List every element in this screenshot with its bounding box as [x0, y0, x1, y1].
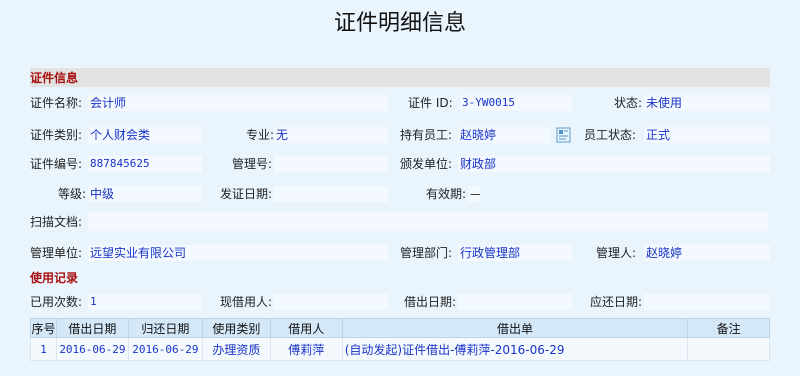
cert-category-value: 个人财会类	[88, 127, 202, 143]
scan-value[interactable]	[88, 211, 768, 231]
manager-label: 管理人:	[596, 246, 637, 260]
cert-name-label: 证件名称:	[30, 96, 83, 110]
issue-date-value	[274, 186, 388, 202]
column-header: 借出日期	[55, 318, 129, 338]
status-label: 状态:	[613, 96, 642, 110]
holder-value: 赵晓婷	[458, 127, 550, 143]
scan-label: 扫描文档:	[30, 215, 83, 229]
row-note	[687, 337, 770, 361]
used-count-value: 1	[88, 294, 202, 310]
cert-category-label: 证件类别:	[30, 128, 83, 142]
cert-id-label: 证件 ID:	[408, 96, 453, 110]
page-title: 证件明细信息	[333, 11, 466, 36]
validity-label: 有效期:	[425, 187, 466, 201]
column-header: 使用类别	[201, 318, 271, 338]
section-heading-usage: 使用记录	[30, 271, 79, 285]
lookup-icon[interactable]	[556, 127, 572, 143]
dept-value: 行政管理部	[458, 245, 572, 261]
issuer-label: 颁发单位:	[400, 157, 453, 171]
row-use-type: 办理资质	[201, 337, 271, 361]
mgmt-no-label: 管理号:	[231, 157, 272, 171]
cert-name-value: 会计师	[88, 95, 388, 111]
mgmt-no-value	[274, 156, 388, 172]
used-count-label: 已用次数:	[30, 295, 83, 309]
cert-id-value: 3-YW0015	[460, 95, 572, 111]
usage-records-table: 序号 借出日期 归还日期 使用类别 借用人 借出单 备注 1 2016-06-2…	[30, 318, 770, 361]
major-value: 无	[274, 127, 388, 143]
row-lend-date: 2016-06-29	[55, 337, 129, 361]
column-header: 借用人	[269, 318, 343, 338]
section-band	[30, 68, 770, 87]
return-due-label: 应还日期:	[589, 295, 642, 309]
column-header: 序号	[30, 318, 57, 338]
major-label: 专业:	[245, 128, 274, 142]
lend-date-value	[458, 294, 572, 310]
cert-number-label: 证件编号:	[30, 157, 83, 171]
cert-number-value: 887845625	[88, 156, 202, 172]
emp-status-value: 正式	[644, 127, 770, 143]
column-header: 借出单	[341, 318, 689, 338]
row-no: 1	[30, 337, 57, 361]
unit-value: 远望实业有限公司	[88, 245, 388, 261]
borrower-label: 现借用人:	[219, 295, 272, 309]
row-return-date: 2016-06-29	[127, 337, 203, 361]
validity-value: —	[468, 186, 480, 202]
column-header: 备注	[687, 318, 770, 338]
holder-label: 持有员工:	[400, 128, 453, 142]
table-header-row: 序号 借出日期 归还日期 使用类别 借用人 借出单 备注	[30, 318, 770, 338]
table-row[interactable]: 1 2016-06-29 2016-06-29 办理资质 傅莉萍 (自动发起)证…	[30, 337, 770, 361]
grade-value: 中级	[88, 186, 202, 202]
borrower-value	[274, 294, 388, 310]
issue-date-label: 发证日期:	[219, 187, 272, 201]
issuer-value: 财政部	[458, 156, 770, 172]
section-heading-cert: 证件信息	[30, 71, 79, 85]
lend-date-label: 借出日期:	[403, 295, 456, 309]
manager-value: 赵晓婷	[644, 245, 770, 261]
column-header: 归还日期	[127, 318, 203, 338]
status-value: 未使用	[644, 95, 770, 111]
unit-label: 管理单位:	[30, 246, 83, 260]
return-due-value	[644, 294, 770, 310]
row-borrower: 傅莉萍	[269, 337, 343, 361]
row-lend-form-link[interactable]: (自动发起)证件借出-傅莉萍-2016-06-29	[341, 337, 689, 361]
dept-label: 管理部门:	[400, 246, 453, 260]
emp-status-label: 员工状态:	[584, 128, 637, 142]
grade-label: 等级:	[57, 187, 86, 201]
